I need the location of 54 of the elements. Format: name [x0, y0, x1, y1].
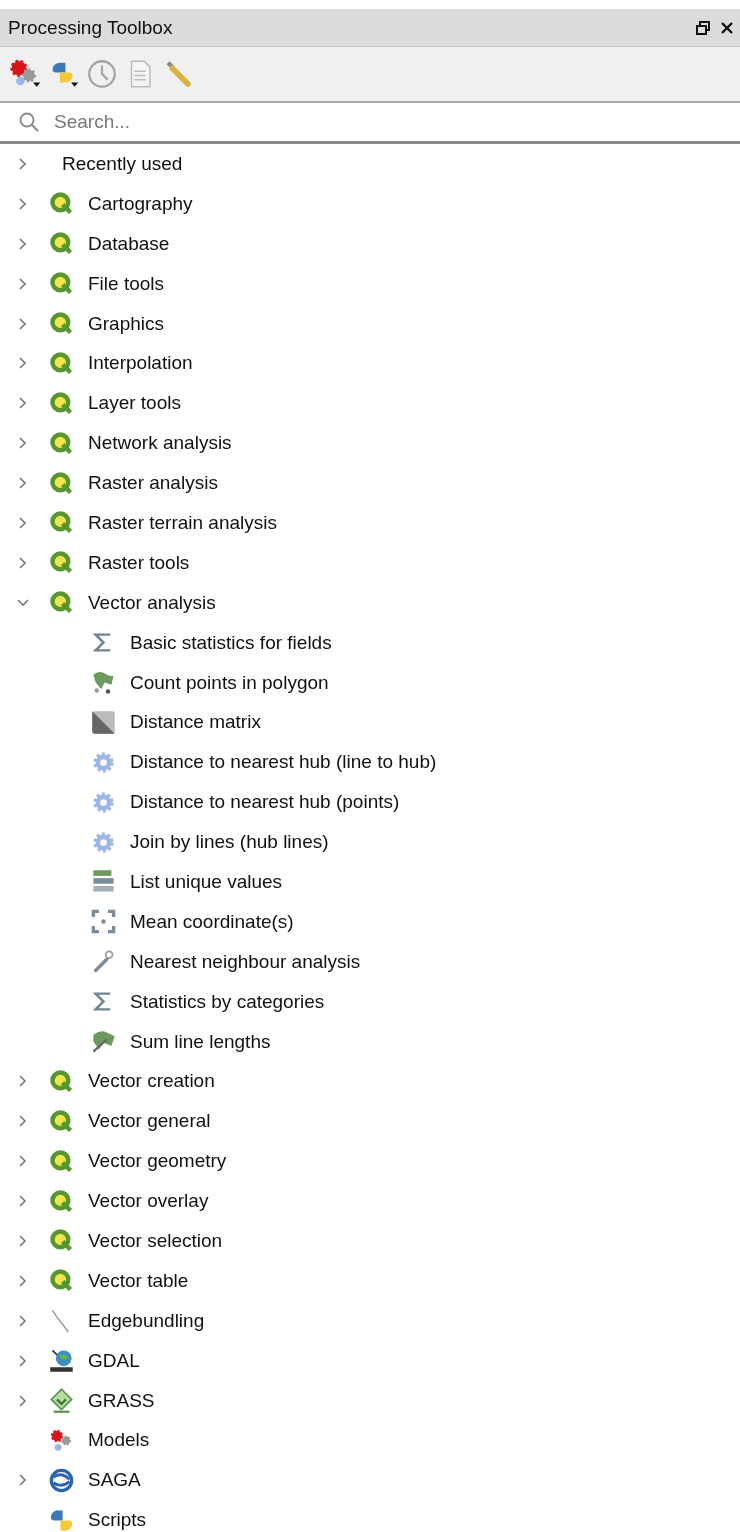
ring-icon [48, 1466, 75, 1494]
group-item[interactable]: Network analysis [0, 423, 740, 464]
group-item[interactable]: Database [0, 223, 740, 264]
group-item[interactable]: Layer tools [0, 383, 740, 424]
close-icon[interactable] [720, 20, 734, 35]
float-icon[interactable] [696, 20, 710, 35]
group-item[interactable]: Vector selection [0, 1221, 740, 1261]
group-item[interactable]: Vector geometry [0, 1141, 740, 1182]
group-item[interactable]: Raster analysis [0, 463, 740, 503]
panel-title: Processing Toolbox [8, 16, 173, 39]
globe-icon [48, 1347, 75, 1375]
algorithm-item[interactable]: Basic statistics for fields [0, 622, 740, 663]
algorithm-item[interactable]: Statistics by categories [0, 981, 740, 1022]
q-logo-icon [48, 429, 75, 457]
algorithm-item[interactable]: Sum line lengths [0, 1021, 740, 1062]
group-item[interactable]: Models [0, 1420, 740, 1461]
diamond-icon [48, 1387, 75, 1415]
search-icon [18, 111, 40, 133]
group-item[interactable]: GDAL [0, 1340, 740, 1381]
matrix-icon [90, 708, 117, 736]
q-logo-icon [48, 1067, 75, 1095]
algorithm-item[interactable]: Join by lines (hub lines) [0, 822, 740, 863]
q-logo-icon [48, 310, 75, 337]
algorithm-item[interactable]: List unique values [0, 862, 740, 902]
group-item[interactable]: Scripts [0, 1500, 740, 1532]
group-item[interactable]: Edgebundling [0, 1300, 740, 1341]
q-logo-icon [48, 349, 75, 377]
q-logo-icon [48, 389, 75, 417]
algorithm-item[interactable]: Distance matrix [0, 702, 740, 743]
group-item[interactable]: Vector analysis [0, 582, 740, 623]
q-logo-icon [48, 1147, 75, 1175]
group-item[interactable]: Vector creation [0, 1061, 740, 1102]
arrows-icon [90, 908, 117, 936]
q-logo-icon [48, 1107, 75, 1135]
group-item[interactable]: Recently used [0, 144, 740, 184]
group-item[interactable]: Vector general [0, 1101, 740, 1142]
q-logo-icon [48, 469, 75, 497]
algorithm-item[interactable]: Mean coordinate(s) [0, 901, 740, 942]
search-field[interactable]: Search... [52, 110, 740, 134]
group-item[interactable]: Graphics [0, 303, 740, 344]
q-logo-icon [48, 1187, 75, 1215]
algorithm-item[interactable]: Distance to nearest hub (points) [0, 782, 740, 823]
group-item[interactable]: Raster tools [0, 542, 740, 583]
group-item[interactable]: Cartography [0, 183, 740, 224]
group-item[interactable]: Interpolation [0, 343, 740, 384]
algorithm-item[interactable]: Distance to nearest hub (line to hub) [0, 742, 740, 783]
algorithm-item[interactable]: Count points in polygon [0, 662, 740, 703]
group-item[interactable]: Raster terrain analysis [0, 503, 740, 543]
group-item[interactable]: Vector overlay [0, 1181, 740, 1222]
group-item[interactable]: File tools [0, 263, 740, 304]
group-item[interactable]: GRASS [0, 1380, 740, 1421]
group-item[interactable]: Vector table [0, 1260, 740, 1301]
algorithm-item[interactable]: Nearest neighbour analysis [0, 941, 740, 982]
group-item[interactable]: SAGA [0, 1460, 740, 1501]
